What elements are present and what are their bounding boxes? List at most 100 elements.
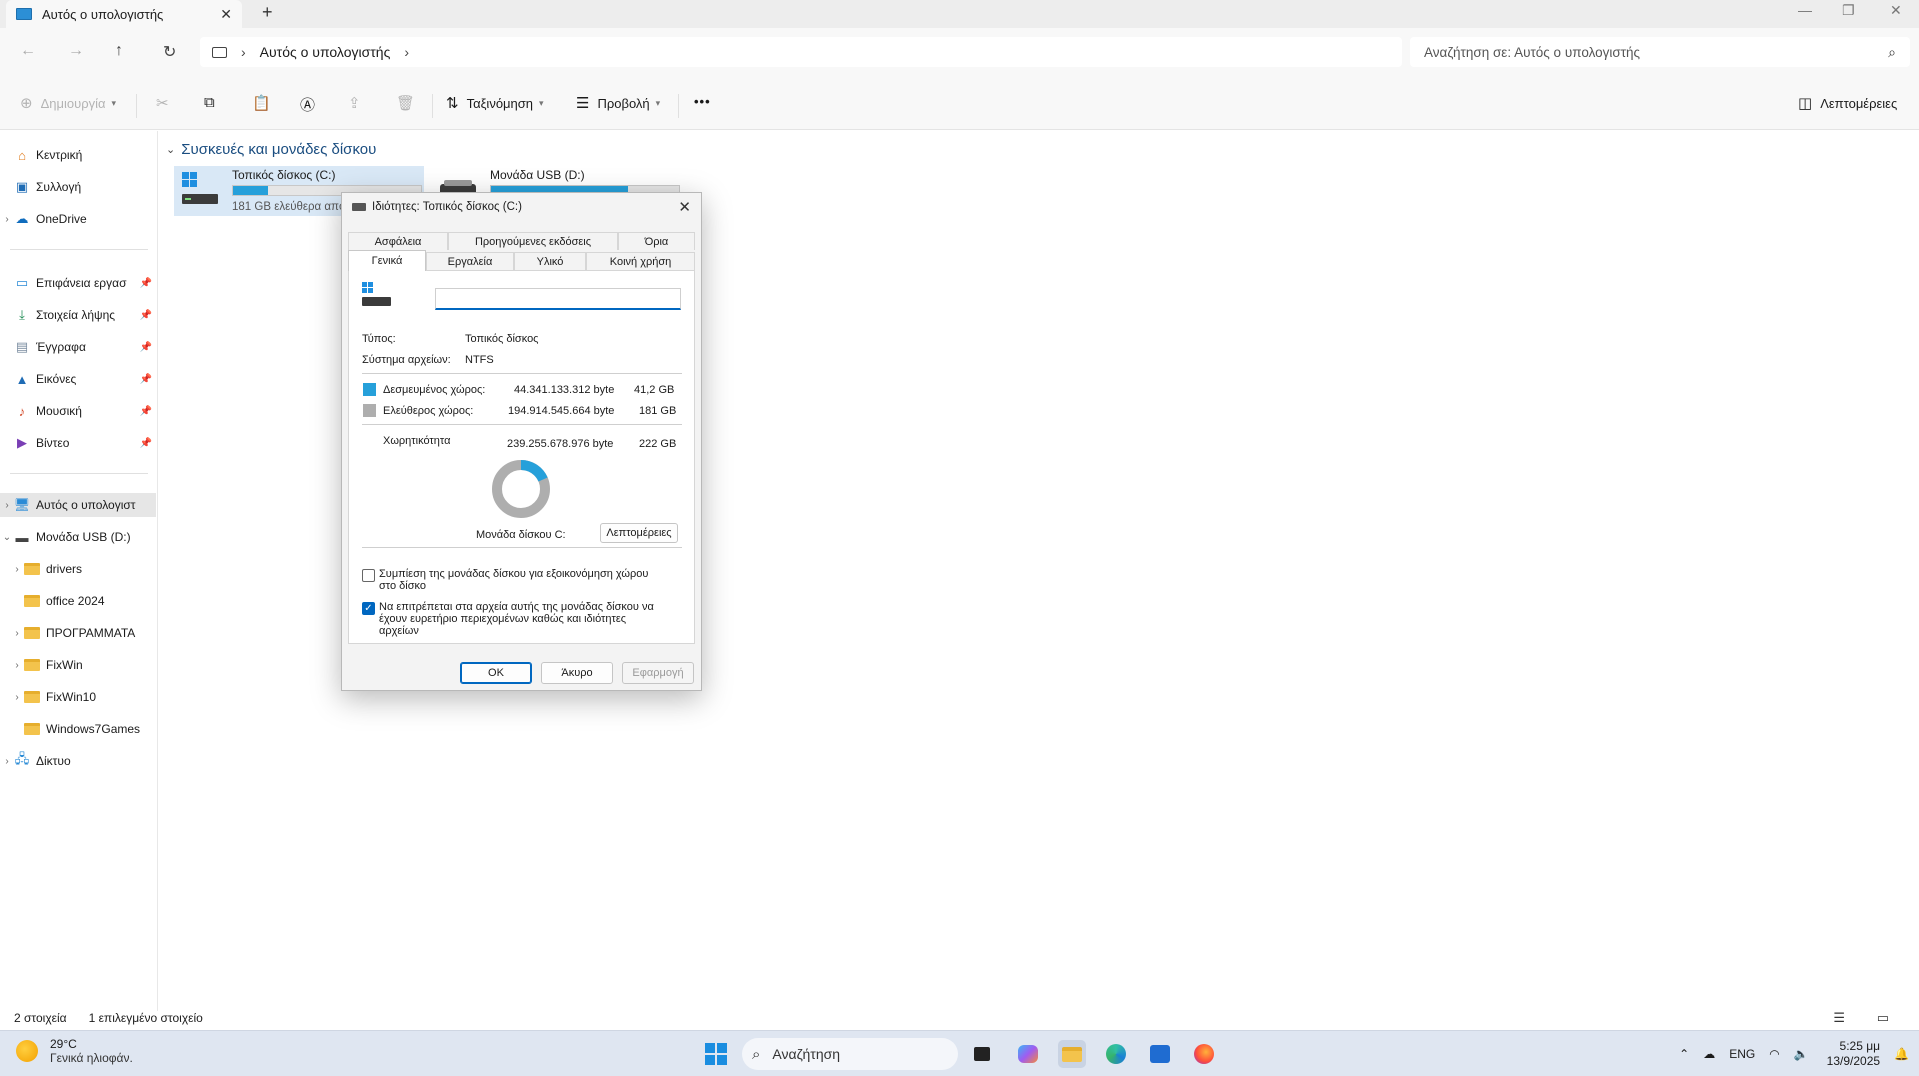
chevron-right-icon[interactable]: › xyxy=(10,564,24,575)
language-indicator[interactable]: ENG xyxy=(1729,1047,1755,1061)
compress-checkbox[interactable] xyxy=(362,569,375,582)
cut-button[interactable]: ✂ xyxy=(156,94,177,112)
more-options-button[interactable]: ••• xyxy=(694,94,711,109)
taskbar-search[interactable]: ⌕ Αναζήτηση xyxy=(742,1038,958,1070)
sidebar-item-usb-drive[interactable]: ⌄ ▬ Μονάδα USB (D:) xyxy=(0,525,156,549)
pin-icon[interactable]: 📌 xyxy=(140,406,152,417)
new-tab-button[interactable]: + xyxy=(262,2,273,23)
sidebar-item-network[interactable]: › 🖧 Δίκτυο xyxy=(0,749,156,773)
sidebar-item-gallery[interactable]: ▣ Συλλογή xyxy=(0,175,156,199)
refresh-button[interactable]: ↻ xyxy=(163,42,176,62)
minimize-button[interactable]: — xyxy=(1798,2,1812,18)
sidebar-item-this-pc[interactable]: › 🖥 Αυτός ο υπολογιστ xyxy=(0,493,156,517)
start-button[interactable] xyxy=(702,1040,730,1068)
folder-icon xyxy=(24,562,40,576)
ok-button[interactable]: OK xyxy=(460,662,532,684)
task-view-button[interactable] xyxy=(968,1040,996,1068)
volume-name-input[interactable] xyxy=(435,288,681,310)
apply-button[interactable]: Εφαρμογή xyxy=(622,662,694,684)
sidebar-item-videos[interactable]: ▶ Βίντεο 📌 xyxy=(0,431,156,455)
tab-quota[interactable]: Όρια xyxy=(618,232,695,250)
tiles-view-icon[interactable]: ▭ xyxy=(1877,1010,1889,1025)
chevron-right-icon[interactable]: › xyxy=(0,500,14,511)
details-pane-button[interactable]: ◫ Λεπτομέρειες xyxy=(1798,94,1897,112)
rename-button[interactable]: Ⓐ xyxy=(300,94,323,115)
store-button[interactable] xyxy=(1146,1040,1174,1068)
sidebar-item-home[interactable]: ⌂ Κεντρική xyxy=(0,143,156,167)
copilot-button[interactable] xyxy=(1014,1040,1042,1068)
volume-icon[interactable]: 🔈 xyxy=(1794,1047,1809,1061)
sidebar-item-windows7games[interactable]: Windows7Games xyxy=(0,717,156,741)
chevron-right-icon[interactable]: › xyxy=(10,628,24,639)
new-button[interactable]: ⊕ Δημιουργία ▾ xyxy=(20,94,116,112)
maximize-button[interactable]: ❐ xyxy=(1842,2,1855,19)
onedrive-icon[interactable]: ☁ xyxy=(1703,1047,1715,1061)
tab-previous-versions[interactable]: Προηγούμενες εκδόσεις xyxy=(448,232,618,250)
sort-button[interactable]: ⇅ Ταξινόμηση ▾ xyxy=(446,94,544,112)
sidebar-item-onedrive[interactable]: › ☁ OneDrive xyxy=(0,207,156,231)
sidebar-item-pictures[interactable]: ▲ Εικόνες 📌 xyxy=(0,367,156,391)
tab-tools[interactable]: Εργαλεία xyxy=(426,252,514,270)
address-bar[interactable]: › Αυτός ο υπολογιστής › xyxy=(200,37,1402,67)
edge-button[interactable] xyxy=(1102,1040,1130,1068)
view-switcher: ☰ ▭ xyxy=(1833,1010,1911,1026)
tab-hardware[interactable]: Υλικό xyxy=(514,252,586,270)
sidebar-item-music[interactable]: ♪ Μουσική 📌 xyxy=(0,399,156,423)
notification-icon[interactable]: 🔔 xyxy=(1894,1047,1909,1061)
delete-button[interactable]: 🗑 xyxy=(396,94,423,112)
paste-icon: 📋 xyxy=(252,95,271,112)
chevron-right-icon[interactable]: › xyxy=(241,44,246,60)
cancel-button[interactable]: Άκυρο xyxy=(541,662,613,684)
up-button[interactable]: ↑ xyxy=(115,42,123,60)
button-label: OK xyxy=(488,667,504,679)
close-tab-button[interactable]: ✕ xyxy=(220,6,232,23)
tab-sharing[interactable]: Κοινή χρήση xyxy=(586,252,695,270)
sidebar-item-downloads[interactable]: ⤓ Στοιχεία λήψης 📌 xyxy=(0,303,156,327)
file-explorer-button[interactable] xyxy=(1058,1040,1086,1068)
pin-icon[interactable]: 📌 xyxy=(140,310,152,321)
chevron-up-icon[interactable]: ⌃ xyxy=(1679,1047,1689,1061)
index-checkbox[interactable]: ✓ xyxy=(362,602,375,615)
pin-icon[interactable]: 📌 xyxy=(140,342,152,353)
copy-button[interactable]: ⧉ xyxy=(204,94,223,111)
breadcrumb[interactable]: Αυτός ο υπολογιστής xyxy=(260,44,391,60)
tab-general[interactable]: Γενικά xyxy=(348,250,426,271)
pin-icon[interactable]: 📌 xyxy=(140,278,152,289)
sidebar-item-office-2024[interactable]: office 2024 xyxy=(0,589,156,613)
paste-button[interactable]: 📋 xyxy=(252,94,279,112)
sidebar-item-fixwin[interactable]: › FixWin xyxy=(0,653,156,677)
chevron-down-icon[interactable]: ⌄ xyxy=(166,143,175,156)
chevron-right-icon[interactable]: › xyxy=(0,756,14,767)
forward-button[interactable]: → xyxy=(68,42,84,60)
close-window-button[interactable]: ✕ xyxy=(1890,2,1902,19)
weather-widget[interactable]: 29°C Γενικά ηλιοφάν. xyxy=(16,1037,133,1065)
home-icon: ⌂ xyxy=(18,147,26,163)
close-dialog-button[interactable]: ✕ xyxy=(678,198,691,216)
pin-icon[interactable]: 📌 xyxy=(140,438,152,449)
chevron-right-icon[interactable]: › xyxy=(404,44,409,60)
details-view-icon[interactable]: ☰ xyxy=(1833,1010,1845,1025)
chevron-right-icon[interactable]: › xyxy=(10,660,24,671)
sidebar-item-documents[interactable]: ▤ Έγγραφα 📌 xyxy=(0,335,156,359)
clock[interactable]: 5:25 μμ 13/9/2025 xyxy=(1827,1039,1880,1069)
sidebar-item-desktop[interactable]: ▭ Επιφάνεια εργασ 📌 xyxy=(0,271,156,295)
sidebar-item-fixwin10[interactable]: › FixWin10 xyxy=(0,685,156,709)
search-input[interactable]: Αναζήτηση σε: Αυτός ο υπολογιστής ⌕ xyxy=(1410,37,1910,67)
back-button[interactable]: ← xyxy=(20,42,36,60)
sidebar-item-label: Windows7Games xyxy=(46,722,141,736)
wifi-icon[interactable]: ◠ xyxy=(1769,1047,1779,1061)
pin-icon[interactable]: 📌 xyxy=(140,374,152,385)
group-header-devices[interactable]: ⌄ Συσκευές και μονάδες δίσκου xyxy=(166,141,376,158)
sidebar-item-drivers[interactable]: › drivers xyxy=(0,557,156,581)
tab-security[interactable]: Ασφάλεια xyxy=(348,232,448,250)
firefox-button[interactable] xyxy=(1190,1040,1218,1068)
chevron-right-icon[interactable]: › xyxy=(10,692,24,703)
chevron-right-icon[interactable]: › xyxy=(0,214,14,225)
chevron-down-icon[interactable]: ⌄ xyxy=(0,532,14,543)
search-icon[interactable]: ⌕ xyxy=(1888,44,1896,61)
sidebar-item-programmata[interactable]: › ΠΡΟΓΡΑΜΜΑΤΑ xyxy=(0,621,156,645)
share-button[interactable]: ⇪ xyxy=(348,94,369,112)
details-button[interactable]: Λεπτομέρειες xyxy=(600,523,678,543)
tab-this-pc[interactable]: Αυτός ο υπολογιστής ✕ xyxy=(6,0,242,28)
view-button[interactable]: ☰ Προβολή ▾ xyxy=(576,94,660,112)
